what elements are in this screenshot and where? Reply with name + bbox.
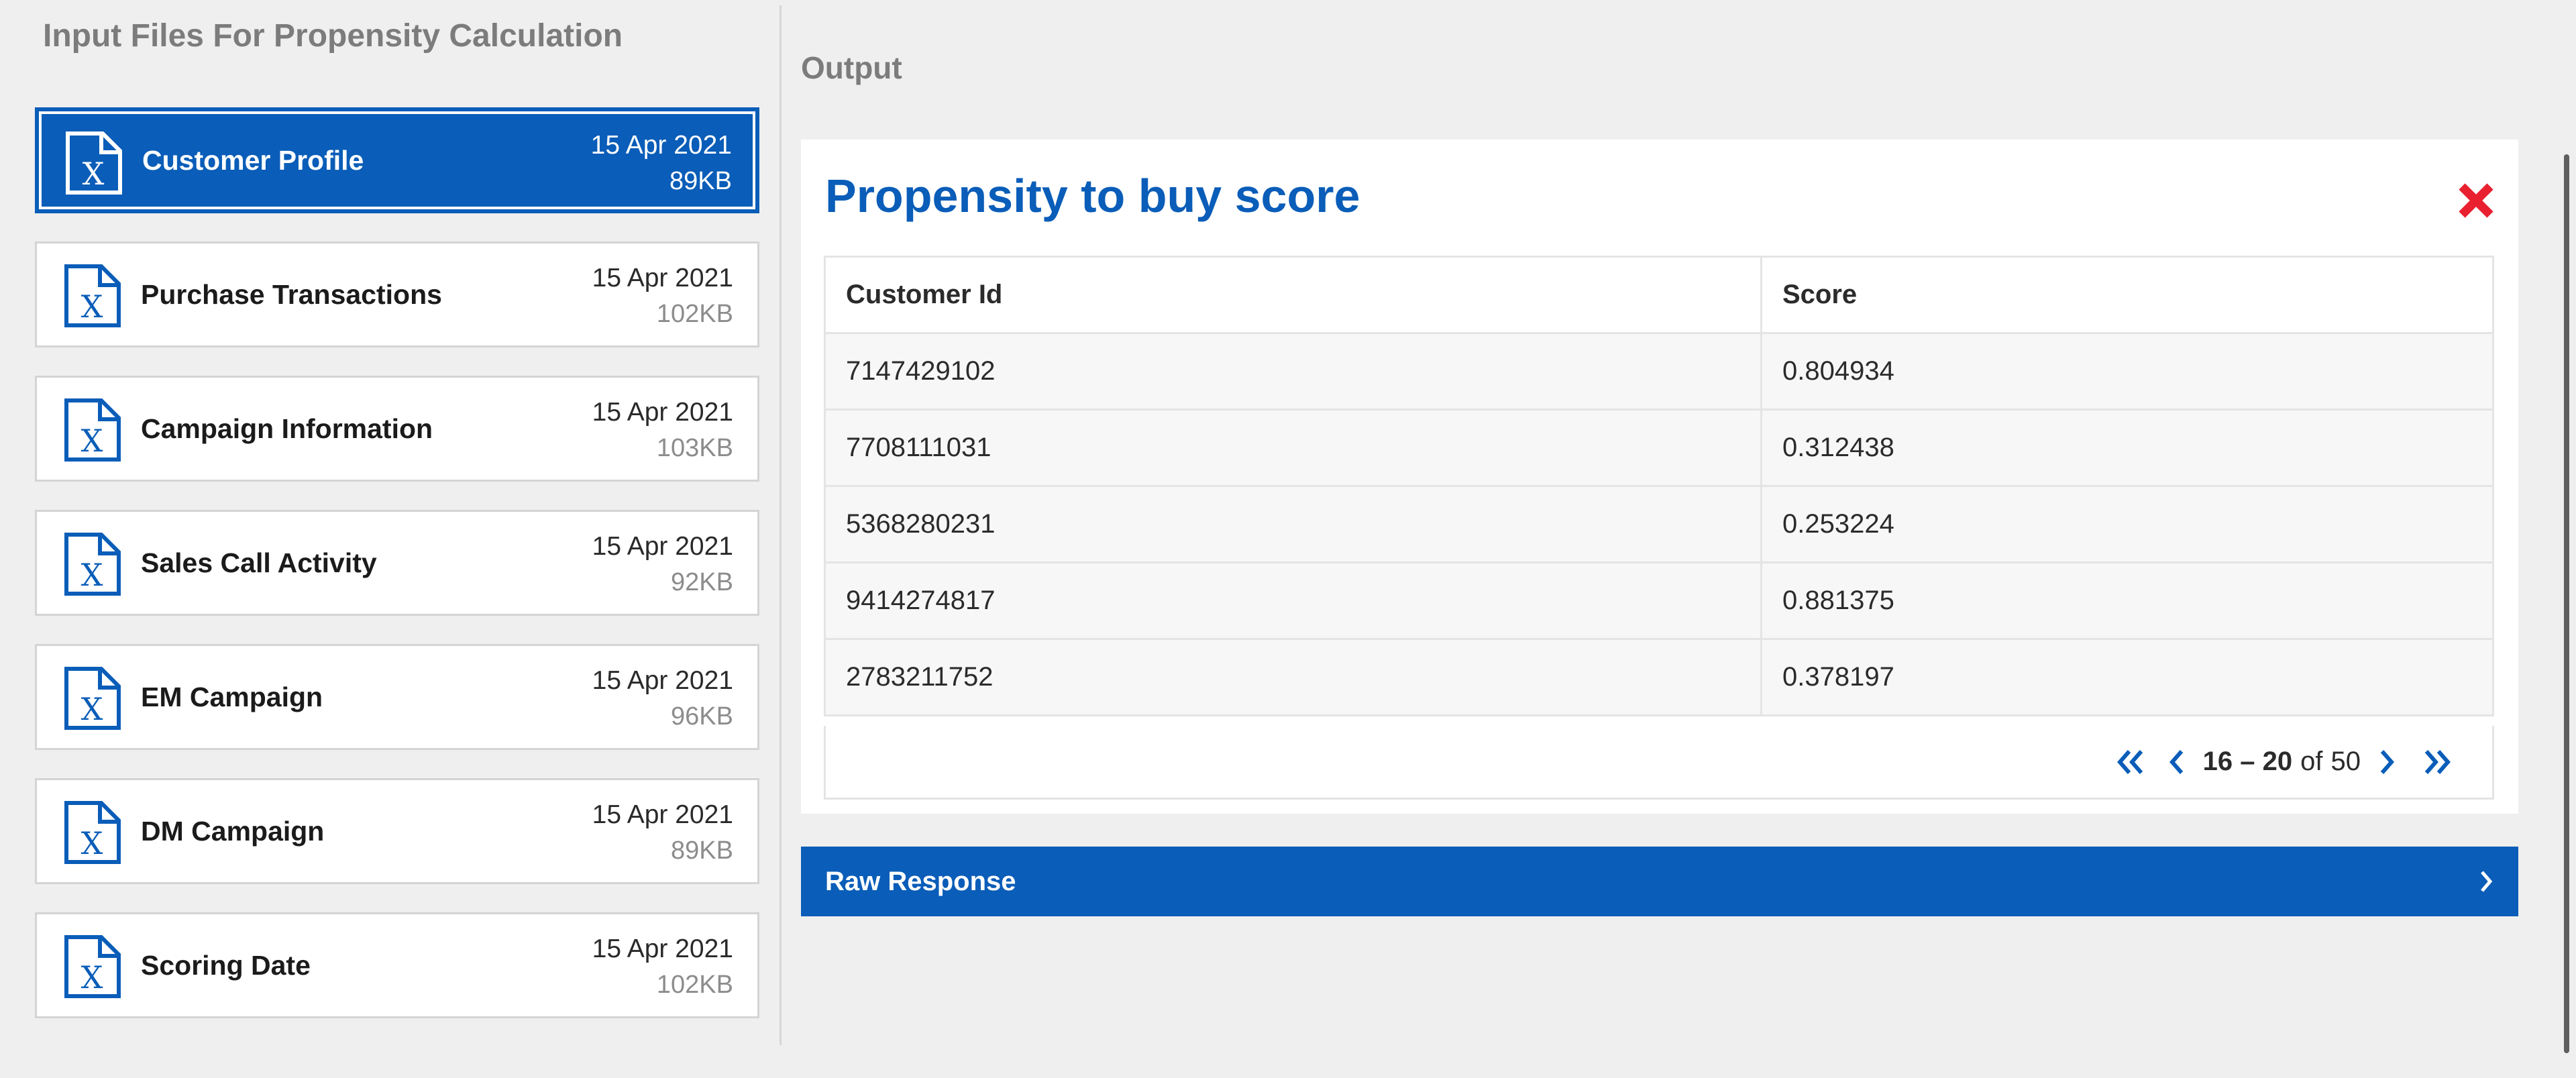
result-title: Propensity to buy score [825, 170, 1360, 222]
table-body: 7147429102 0.804934 7708111031 0.312438 5368… [824, 333, 2493, 716]
file-card-purchase-transactions[interactable]: X Purchase Transactions 15 Apr 2021 102KB [35, 241, 759, 347]
file-size: 89KB [671, 837, 733, 865]
svg-text:X: X [81, 825, 103, 861]
table-row: 7708111031 0.312438 [824, 409, 2493, 487]
raw-response-bar[interactable]: Raw Response [801, 847, 2518, 916]
first-page-button[interactable] [2116, 749, 2145, 775]
chevron-left-icon [2169, 749, 2183, 774]
customer-id-cell: 9414274817 [824, 562, 1762, 640]
table-row: 2783211752 0.378197 [824, 639, 2493, 716]
customer-id-cell: 2783211752 [824, 639, 1762, 716]
file-date: 15 Apr 2021 [590, 131, 732, 160]
file-date: 15 Apr 2021 [592, 264, 733, 292]
table-header-row: Customer Id Score [824, 256, 2493, 334]
file-date: 15 Apr 2021 [592, 800, 733, 829]
file-date: 15 Apr 2021 [592, 666, 733, 695]
propensity-result-card: Propensity to buy score Customer Id Scor… [801, 140, 2518, 814]
chevron-right-icon [2380, 749, 2394, 774]
excel-file-icon: X [64, 398, 121, 462]
file-size: 103KB [656, 434, 733, 462]
svg-text:X: X [81, 557, 103, 593]
file-size: 102KB [656, 300, 733, 328]
customer-id-cell: 5368280231 [824, 486, 1762, 563]
page-scrollbar[interactable] [2564, 154, 2569, 1053]
score-cell: 0.881375 [1761, 562, 2493, 640]
pagination-row: 16 – 20 of 50 [824, 726, 2494, 800]
column-header-customer-id[interactable]: Customer Id [824, 256, 1762, 334]
file-size: 96KB [671, 702, 733, 731]
svg-text:X: X [81, 691, 103, 727]
excel-file-icon: X [64, 264, 121, 327]
excel-file-icon: X [64, 667, 121, 730]
paginator: 16 – 20 of 50 [2116, 726, 2452, 798]
input-files-title: Input Files For Propensity Calculation [43, 18, 623, 54]
file-card-sales-call-activity[interactable]: X Sales Call Activity 15 Apr 2021 92KB [35, 510, 759, 616]
file-size: 92KB [671, 568, 733, 596]
table-row: 5368280231 0.253224 [824, 486, 2493, 563]
file-date: 15 Apr 2021 [592, 398, 733, 427]
file-size: 89KB [669, 167, 732, 195]
excel-file-icon: X [66, 131, 122, 195]
excel-file-icon: X [64, 935, 121, 998]
page-range: 16 – 20 [2202, 747, 2293, 776]
file-card-dm-campaign[interactable]: X DM Campaign 15 Apr 2021 89KB [35, 778, 759, 884]
svg-text:X: X [81, 288, 103, 325]
last-page-button[interactable] [2422, 749, 2452, 775]
previous-page-button[interactable] [2168, 749, 2186, 775]
double-chevron-left-icon [2116, 749, 2143, 774]
panel-divider [780, 5, 782, 1045]
double-chevron-right-icon [2424, 749, 2451, 774]
score-cell: 0.253224 [1761, 486, 2493, 563]
output-title: Output [801, 50, 902, 85]
column-header-score[interactable]: Score [1761, 256, 2493, 334]
file-name: Purchase Transactions [141, 278, 442, 310]
score-table: Customer Id Score 7147429102 0.804934 7708… [824, 256, 2494, 716]
file-size: 102KB [656, 971, 733, 999]
score-cell: 0.312438 [1761, 409, 2493, 487]
score-cell: 0.804934 [1761, 333, 2493, 411]
file-name: Sales Call Activity [141, 547, 377, 578]
chevron-right-icon [2481, 871, 2493, 892]
raw-response-label: Raw Response [825, 866, 1016, 896]
customer-id-cell: 7708111031 [824, 409, 1762, 487]
file-name: Customer Profile [142, 144, 364, 176]
page-of-label: of [2300, 747, 2323, 776]
input-files-panel: Input Files For Propensity Calculation X… [0, 0, 780, 1078]
svg-text:X: X [83, 156, 105, 192]
excel-file-icon: X [64, 533, 121, 596]
file-name: Campaign Information [141, 413, 433, 444]
file-name: DM Campaign [141, 815, 325, 847]
file-name: Scoring Date [141, 949, 311, 981]
file-card-scoring-date[interactable]: X Scoring Date 15 Apr 2021 102KB [35, 912, 759, 1018]
svg-text:X: X [81, 959, 103, 995]
file-name: EM Campaign [141, 681, 323, 712]
file-date: 15 Apr 2021 [592, 934, 733, 963]
customer-id-cell: 7147429102 [824, 333, 1762, 411]
table-row: 7147429102 0.804934 [824, 333, 2493, 411]
next-page-button[interactable] [2378, 749, 2396, 775]
svg-text:X: X [81, 423, 103, 459]
close-icon[interactable] [2457, 181, 2496, 220]
file-card-campaign-information[interactable]: X Campaign Information 15 Apr 2021 103KB [35, 376, 759, 482]
file-card-customer-profile[interactable]: X Customer Profile 15 Apr 2021 89KB [35, 107, 759, 213]
file-card-em-campaign[interactable]: X EM Campaign 15 Apr 2021 96KB [35, 644, 759, 750]
page-total: 50 [2330, 747, 2361, 776]
file-date: 15 Apr 2021 [592, 532, 733, 561]
table-row: 9414274817 0.881375 [824, 562, 2493, 640]
excel-file-icon: X [64, 801, 121, 864]
score-cell: 0.378197 [1761, 639, 2493, 716]
